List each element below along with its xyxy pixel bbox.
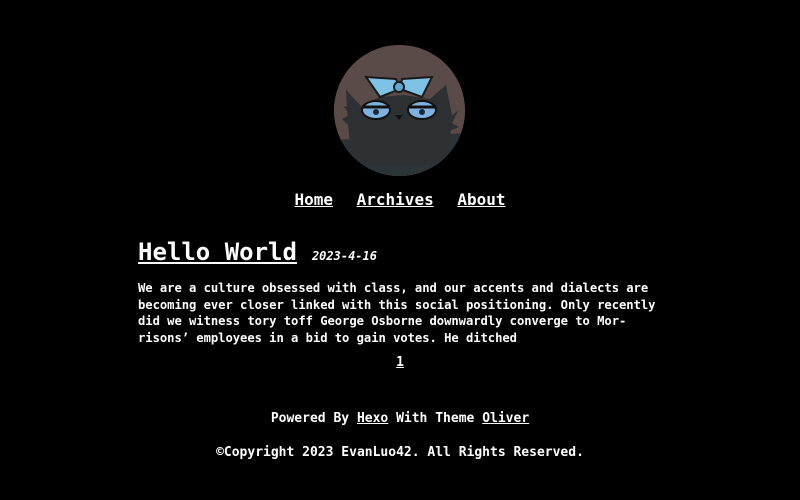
main-nav: Home Archives About bbox=[0, 190, 800, 209]
excerpt-line: We are a culture obsessed with class, an… bbox=[138, 281, 649, 295]
excerpt-line: risons’ employees in a bid to gain votes… bbox=[138, 330, 517, 345]
nav-archives-link[interactable]: Archives bbox=[357, 190, 434, 209]
excerpt-line: becoming ever closer linked with this so… bbox=[138, 297, 656, 312]
post-preview: Hello World 2023-4-16 We are a culture o… bbox=[138, 238, 668, 346]
pagination: 1 bbox=[0, 355, 800, 370]
post-date: 2023-4-16 bbox=[311, 249, 377, 263]
theme-text: With Theme bbox=[396, 411, 475, 426]
hexo-link[interactable]: Hexo bbox=[357, 411, 388, 426]
nav-about-link[interactable]: About bbox=[457, 190, 505, 209]
footer-copyright: ©Copyright 2023 EvanLuo42. All Rights Re… bbox=[216, 445, 584, 460]
avatar bbox=[334, 45, 465, 176]
post-title-link[interactable]: Hello World bbox=[138, 238, 297, 266]
cat-avatar-icon bbox=[334, 45, 465, 176]
excerpt-line: did we witness tory toff George Osborne … bbox=[138, 314, 627, 328]
post-excerpt: We are a culture obsessed with class, an… bbox=[138, 280, 668, 346]
footer-powered: Powered By Hexo With Theme Oliver bbox=[0, 411, 800, 426]
powered-prefix: Powered By bbox=[270, 411, 350, 426]
nav-home-link[interactable]: Home bbox=[294, 190, 333, 209]
page-1-link[interactable]: 1 bbox=[396, 355, 404, 370]
oliver-theme-link[interactable]: Oliver bbox=[482, 411, 529, 426]
post-header: Hello World 2023-4-16 bbox=[138, 238, 668, 266]
